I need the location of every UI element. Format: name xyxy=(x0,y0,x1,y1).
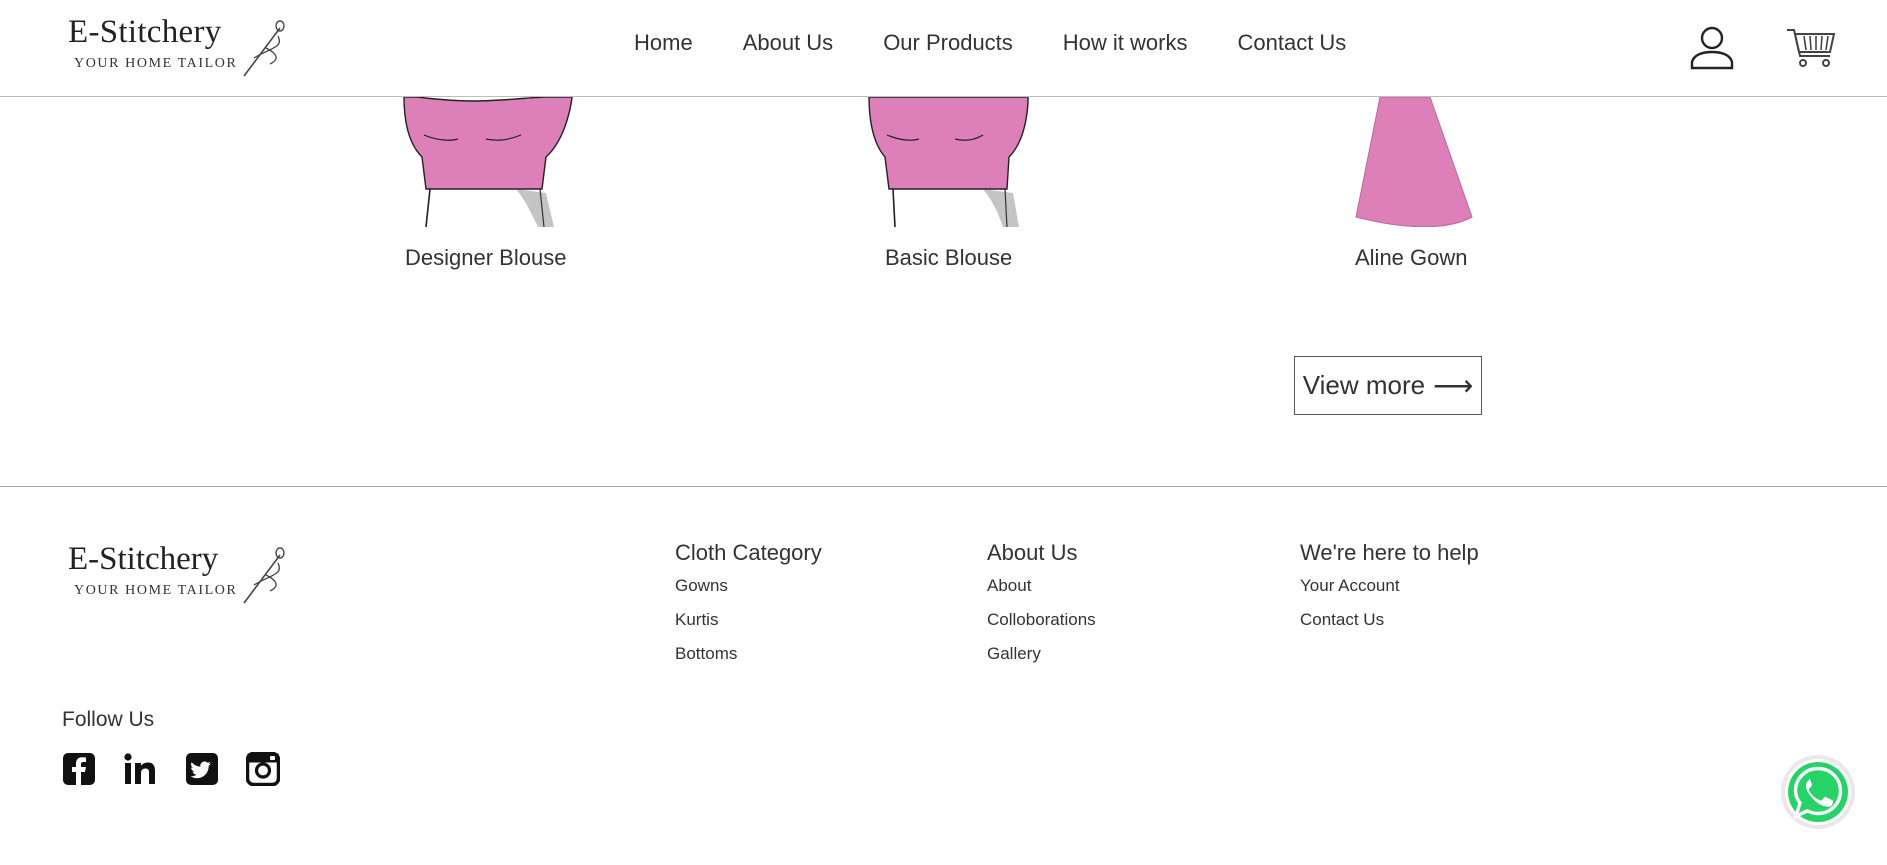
designer-blouse-image xyxy=(346,97,616,227)
facebook-icon[interactable] xyxy=(62,752,96,786)
whatsapp-icon[interactable] xyxy=(1780,754,1887,834)
nav-how-it-works[interactable]: How it works xyxy=(1063,30,1188,56)
basic-blouse-image xyxy=(823,97,1077,227)
footer-col-title: About Us xyxy=(987,540,1078,565)
arrow-right-icon: ⟶ xyxy=(1433,370,1474,401)
nav-contact-us[interactable]: Contact Us xyxy=(1237,30,1346,56)
linkedin-icon[interactable] xyxy=(123,752,157,786)
nav-about-us[interactable]: About Us xyxy=(743,30,834,56)
site-header: E-Stitchery YOUR HOME TAILOR Home About … xyxy=(0,0,1887,97)
product-name[interactable]: Basic Blouse xyxy=(885,245,1012,271)
product-name[interactable]: Aline Gown xyxy=(1355,245,1468,271)
main-nav: Home About Us Our Products How it works … xyxy=(634,30,1396,56)
view-more-label: View more xyxy=(1302,370,1426,400)
user-icon[interactable] xyxy=(1690,24,1734,70)
twitter-icon[interactable] xyxy=(185,752,219,786)
footer-logo-brand: E-Stitchery xyxy=(68,541,219,577)
footer-col-title: Cloth Category xyxy=(675,540,822,565)
footer-link-about[interactable]: About xyxy=(987,576,1096,596)
footer-link-gallery[interactable]: Gallery xyxy=(987,644,1096,664)
footer-col-help: We're here to help Your Account Contact … xyxy=(1300,540,1479,644)
logo-tagline: YOUR HOME TAILOR xyxy=(74,56,238,71)
product-name[interactable]: Designer Blouse xyxy=(405,245,566,271)
footer-col-about-us: About Us About Colloborations Gallery xyxy=(987,540,1096,678)
logo-brand: E-Stitchery xyxy=(68,14,222,50)
cart-icon[interactable] xyxy=(1786,26,1836,68)
footer-link-bottoms[interactable]: Bottoms xyxy=(675,644,822,664)
nav-our-products[interactable]: Our Products xyxy=(883,30,1013,56)
footer-logo[interactable]: E-Stitchery YOUR HOME TAILOR xyxy=(68,541,288,604)
footer-link-colloborations[interactable]: Colloborations xyxy=(987,610,1096,630)
footer-logo-tagline: YOUR HOME TAILOR xyxy=(74,583,238,598)
footer-link-your-account[interactable]: Your Account xyxy=(1300,576,1479,596)
footer-col-cloth-category: Cloth Category Gowns Kurtis Bottoms xyxy=(675,540,822,678)
follow-us-label: Follow Us xyxy=(62,708,155,731)
footer-link-kurtis[interactable]: Kurtis xyxy=(675,610,822,630)
logo[interactable]: E-Stitchery YOUR HOME TAILOR xyxy=(68,14,288,77)
footer-link-gowns[interactable]: Gowns xyxy=(675,576,822,596)
footer-divider xyxy=(0,486,1887,487)
view-more-button[interactable]: View more ⟶ xyxy=(1294,356,1482,415)
instagram-icon[interactable] xyxy=(246,752,280,786)
needle-icon xyxy=(243,20,285,77)
aline-gown-image xyxy=(1330,97,1480,227)
needle-icon xyxy=(243,547,285,604)
nav-home[interactable]: Home xyxy=(634,30,693,56)
footer-col-title: We're here to help xyxy=(1300,540,1479,565)
footer-link-contact-us[interactable]: Contact Us xyxy=(1300,610,1479,630)
